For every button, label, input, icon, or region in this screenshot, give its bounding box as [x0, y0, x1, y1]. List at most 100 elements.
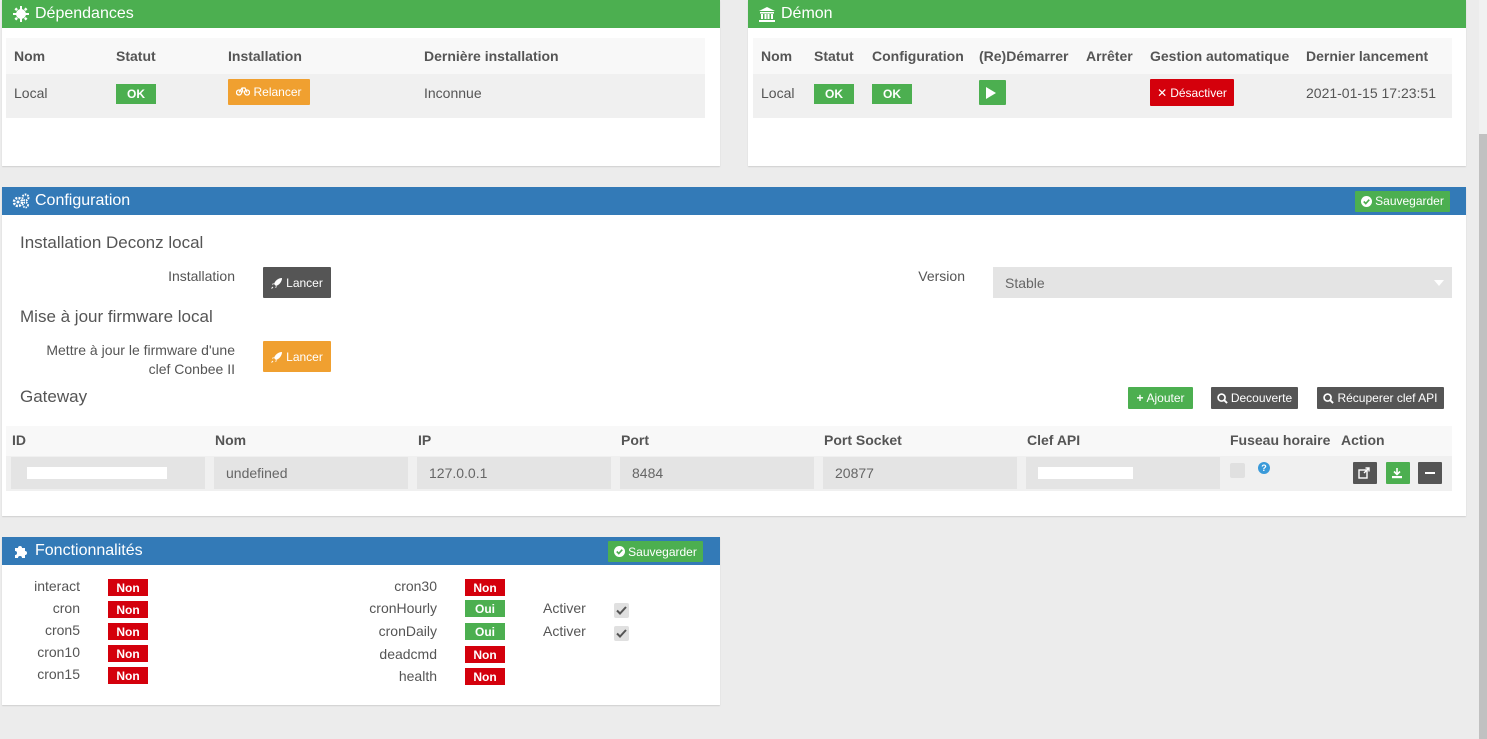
- gw-api-key-field[interactable]: [1026, 457, 1220, 489]
- gw-port-socket-value: 20877: [835, 465, 874, 481]
- gw-col-ip: IP: [418, 432, 432, 448]
- firmware-launch-label: Lancer: [286, 349, 323, 364]
- features-save-label: Sauvegarder: [628, 544, 697, 559]
- puzzle-icon: [12, 543, 30, 559]
- daemon-title: Démon: [781, 5, 833, 22]
- add-gateway-label: Ajouter: [1146, 391, 1185, 405]
- search-icon: [1217, 392, 1231, 404]
- gw-port-socket-field[interactable]: 20877: [823, 457, 1017, 489]
- daemon-col-statut: Statut: [814, 48, 854, 64]
- firmware-section-title: Mise à jour firmware local: [20, 307, 213, 326]
- deps-table-header: [6, 38, 705, 74]
- gw-col-port-socket: Port Socket: [824, 432, 902, 448]
- get-api-key-button[interactable]: Récuperer clef API: [1317, 387, 1444, 409]
- feature-badge-deadcmd[interactable]: Non: [465, 646, 505, 663]
- install-launch-button[interactable]: Lancer: [263, 267, 331, 298]
- version-value: Stable: [1005, 274, 1045, 291]
- version-select[interactable]: Stable: [993, 267, 1452, 298]
- restart-button[interactable]: [979, 80, 1006, 105]
- feature-badge-cron10[interactable]: Non: [108, 645, 148, 662]
- gw-ip-field[interactable]: 127.0.0.1: [417, 457, 611, 489]
- feature-name-health: health: [398, 668, 437, 684]
- gw-col-action: Action: [1341, 432, 1385, 448]
- configuration-panel: Configuration Sauvegarder Installation D…: [2, 187, 1466, 516]
- add-gateway-button[interactable]: + Ajouter: [1128, 387, 1193, 409]
- feature-badge-interact[interactable]: Non: [108, 579, 148, 596]
- scrollbar-thumb[interactable]: [1479, 134, 1487, 739]
- feature-badge-health[interactable]: Non: [465, 668, 505, 685]
- daemon-col-restart: (Re)Démarrer: [979, 48, 1069, 64]
- discover-button[interactable]: Decouverte: [1211, 387, 1298, 409]
- checkmark-icon: [616, 606, 627, 615]
- config-save-label: Sauvegarder: [1375, 194, 1444, 208]
- plus-icon: +: [1136, 391, 1144, 405]
- config-badge: OK: [872, 84, 912, 104]
- gw-col-api-key: Clef API: [1027, 432, 1081, 448]
- relaunch-label: Relancer: [253, 85, 302, 99]
- activate-hourly-checkbox[interactable]: [614, 603, 629, 618]
- gw-nom-field[interactable]: undefined: [214, 457, 408, 489]
- rocket-icon: [271, 277, 286, 289]
- daemon-nom: Local: [761, 85, 795, 101]
- config-save-button[interactable]: Sauvegarder: [1355, 190, 1450, 212]
- remove-gateway-button[interactable]: [1418, 462, 1442, 484]
- deps-col-derniere: Dernière installation: [424, 48, 559, 64]
- feature-badge-cronhourly[interactable]: Oui: [465, 600, 505, 617]
- feature-badge-cron15[interactable]: Non: [108, 667, 148, 684]
- activate-daily-checkbox[interactable]: [614, 626, 629, 641]
- features-save-button[interactable]: Sauvegarder: [608, 541, 703, 562]
- feature-badge-cron30[interactable]: Non: [465, 579, 505, 596]
- features-panel: Fonctionnalités Sauvegarder interact Non…: [2, 537, 720, 705]
- install-label: Installation: [168, 268, 235, 284]
- cogs-icon: [12, 193, 30, 209]
- dependencies-header: Dépendances: [2, 0, 720, 28]
- feature-badge-cron[interactable]: Non: [108, 601, 148, 618]
- firmware-launch-button[interactable]: Lancer: [263, 341, 331, 372]
- times-icon: ✕: [1157, 85, 1168, 100]
- configuration-header: Configuration Sauvegarder: [2, 187, 1466, 215]
- deps-nom: Local: [14, 85, 48, 101]
- deactivate-label: Désactiver: [1170, 85, 1227, 100]
- deps-col-statut: Statut: [116, 48, 156, 64]
- rocket-icon: [271, 351, 286, 363]
- checkmark-icon: [616, 629, 627, 638]
- feature-name-cron30: cron30: [394, 578, 437, 594]
- external-link-icon: [1357, 467, 1373, 479]
- gw-ip-value: 127.0.0.1: [429, 465, 488, 481]
- dependencies-title: Dépendances: [35, 5, 134, 22]
- question-icon[interactable]: ?: [1258, 462, 1270, 474]
- configuration-title: Configuration: [35, 192, 131, 209]
- daemon-col-gestion: Gestion automatique: [1150, 48, 1290, 64]
- gw-col-port: Port: [621, 432, 649, 448]
- gw-col-id: ID: [12, 432, 26, 448]
- table-row: [6, 74, 705, 118]
- install-section-title: Installation Deconz local: [20, 233, 204, 252]
- status-badge: OK: [116, 84, 156, 104]
- gateway-section-title: Gateway: [20, 387, 88, 406]
- version-label: Version: [918, 268, 965, 284]
- get-api-key-label: Récuperer clef API: [1337, 391, 1438, 405]
- firmware-label-line1: Mettre à jour le firmware d'une: [46, 342, 235, 358]
- features-header: Fonctionnalités Sauvegarder: [2, 537, 720, 565]
- feature-badge-crondaily[interactable]: Oui: [465, 623, 505, 640]
- check-circle-icon: [614, 546, 628, 557]
- gw-port-field[interactable]: 8484: [620, 457, 814, 489]
- deps-col-installation: Installation: [228, 48, 302, 64]
- deactivate-button[interactable]: ✕ Désactiver: [1150, 79, 1234, 106]
- relaunch-button[interactable]: Relancer: [228, 79, 310, 105]
- timezone-checkbox[interactable]: [1230, 463, 1245, 478]
- dependencies-panel: Dépendances Nom Statut Installation Dern…: [2, 0, 720, 166]
- daemon-col-stop: Arrêter: [1086, 48, 1133, 64]
- daemon-dernier: 2021-01-15 17:23:51: [1306, 85, 1436, 101]
- discover-label: Decouverte: [1230, 391, 1293, 405]
- open-gateway-button[interactable]: [1353, 462, 1377, 484]
- daemon-col-dernier: Dernier lancement: [1306, 48, 1429, 64]
- download-gateway-button[interactable]: [1386, 462, 1410, 484]
- gw-id-field[interactable]: [11, 457, 205, 489]
- feature-badge-cron5[interactable]: Non: [108, 623, 148, 640]
- feature-name-crondaily: cronDaily: [378, 623, 437, 639]
- firmware-label-line2: clef Conbee II: [148, 361, 235, 377]
- bank-icon: [758, 6, 776, 22]
- install-launch-label: Lancer: [286, 275, 323, 290]
- feature-name-deadcmd: deadcmd: [379, 646, 437, 662]
